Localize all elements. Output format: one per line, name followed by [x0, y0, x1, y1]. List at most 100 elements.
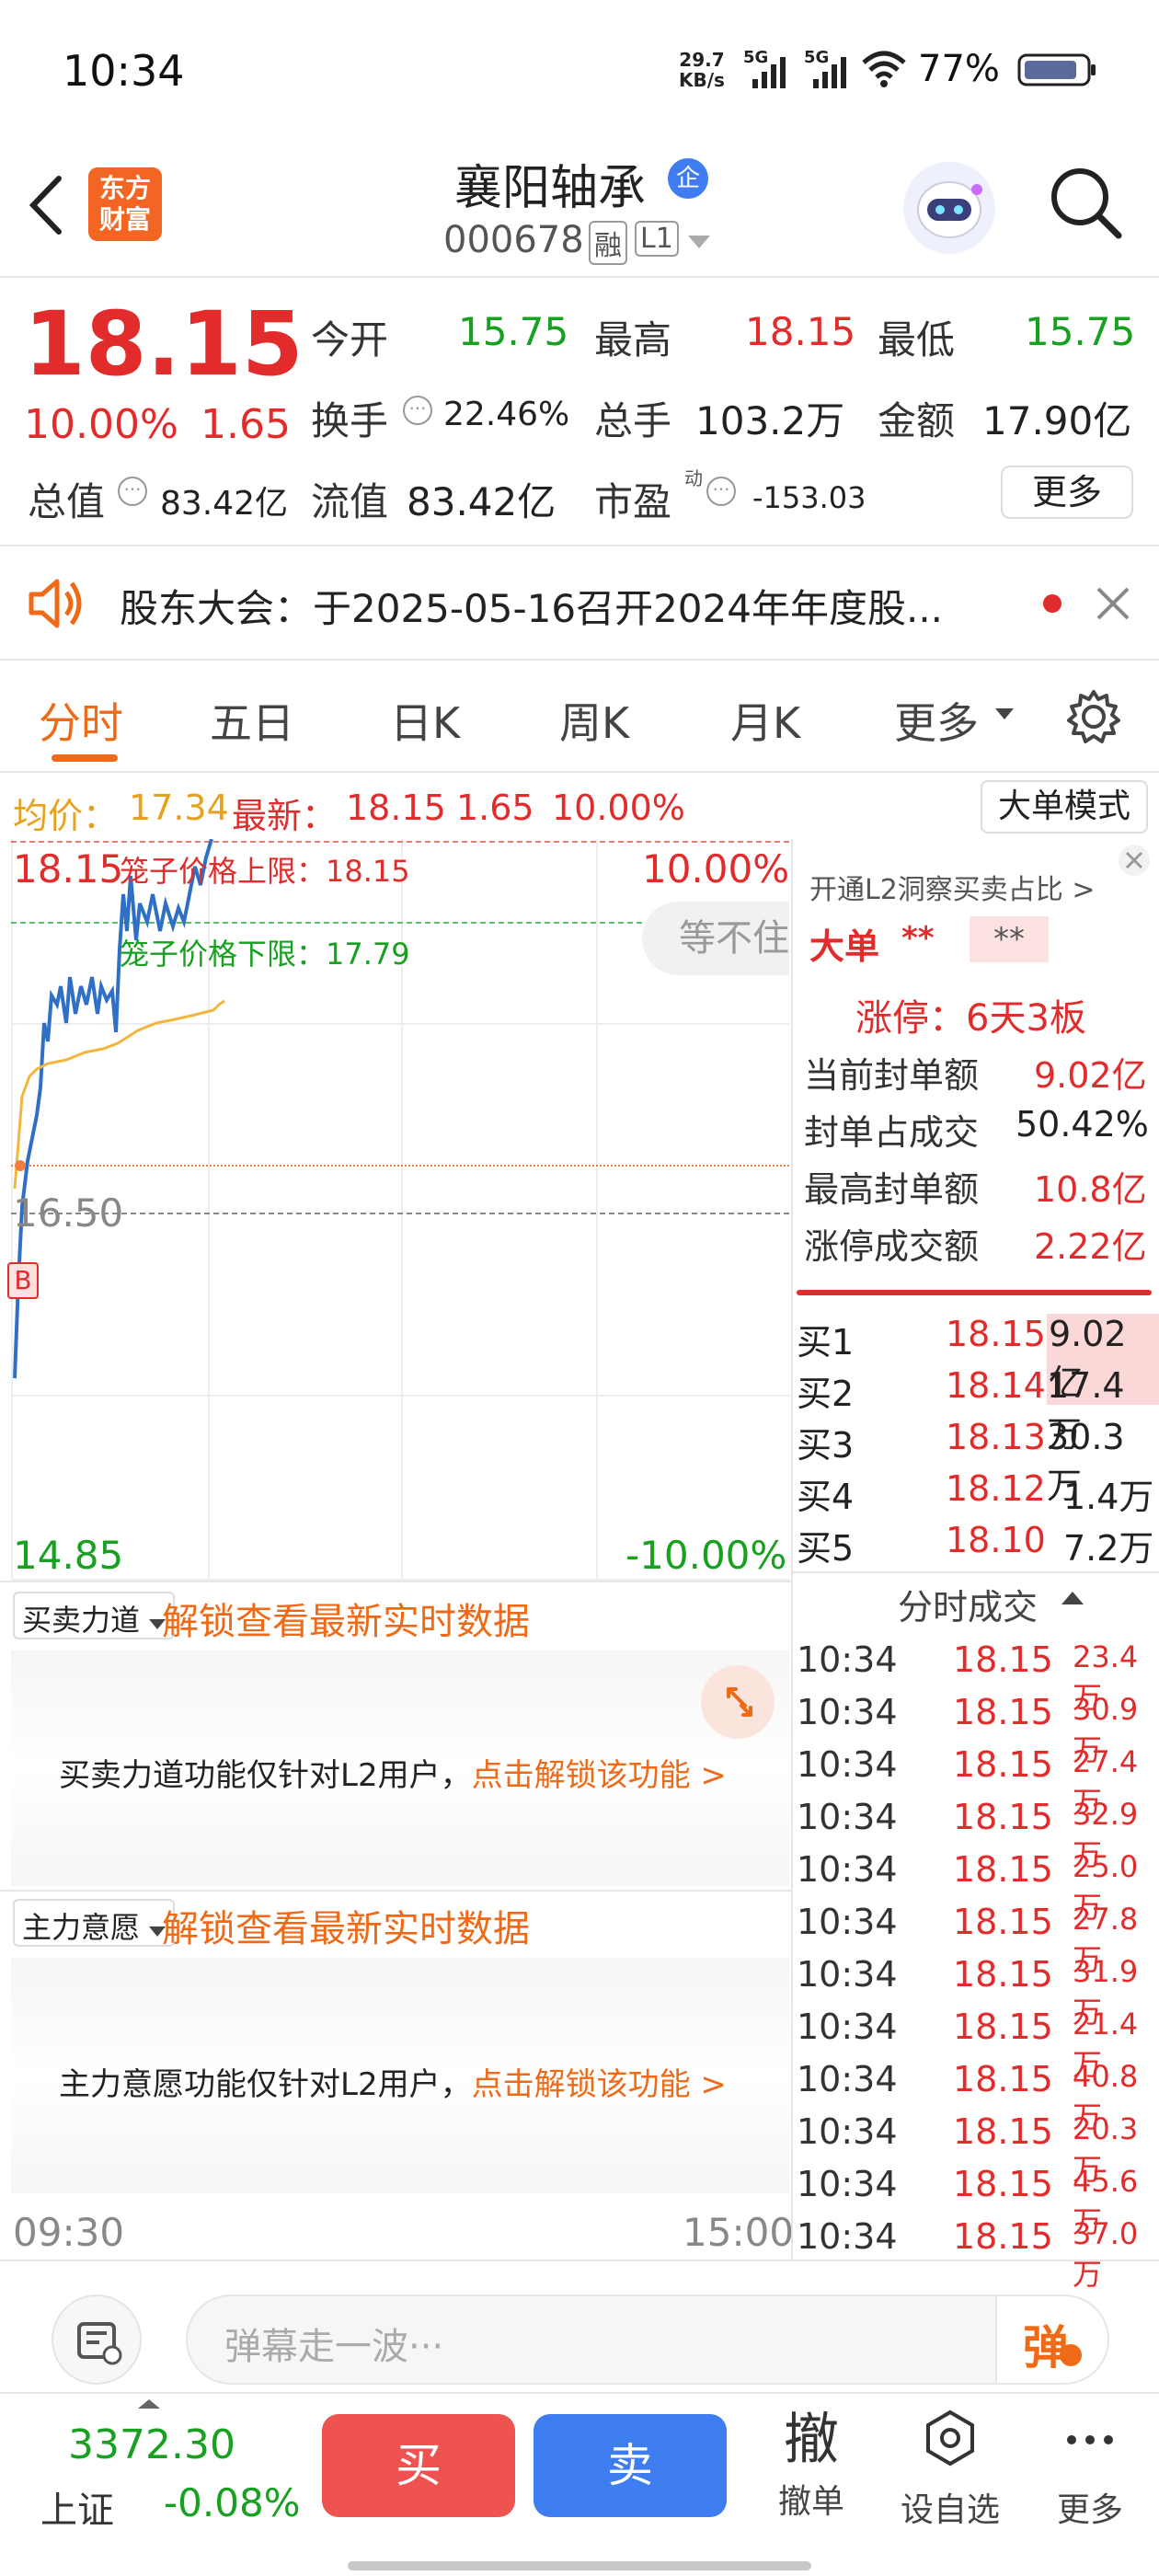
tab-intraday[interactable]: 分时 — [39, 690, 123, 751]
net-speed: 29.7 KB/s — [679, 50, 725, 90]
latest-change-pct: 10.00% — [552, 788, 685, 828]
ob-price: 18.10 — [946, 1520, 1046, 1560]
buy-marker: B — [7, 1262, 39, 1299]
limit-stat-label-3: 涨停成交额 — [804, 1226, 980, 1267]
trade-row: 10:34 18.15 21.4万 — [797, 2007, 1159, 2082]
avg-price-label: 均价： — [13, 796, 119, 836]
l2-insight-link[interactable]: 开通L2洞察买卖占比 > — [809, 867, 1095, 907]
limit-stat-value-1: 50.42% — [1016, 1104, 1149, 1144]
limit-stat-label-2: 最高封单额 — [804, 1169, 980, 1210]
expand-button[interactable] — [701, 1665, 775, 1739]
trade-price: 18.15 — [953, 2007, 1053, 2047]
notice-text[interactable]: 股东大会：于2025-05-16召开2024年年度股... — [120, 578, 943, 634]
orderbook-row[interactable]: 买1 18.15 9.02亿 — [797, 1314, 1159, 1405]
trade-price: 18.15 — [953, 2164, 1053, 2204]
assistant-avatar[interactable] — [903, 162, 995, 254]
panel1-link[interactable]: 点击解锁该功能 > — [472, 1757, 727, 1794]
tooltip-bubble[interactable]: 等不住 — [642, 902, 789, 975]
tab-monthly-k[interactable]: 月K — [730, 690, 800, 751]
stock-code: 000678 — [443, 219, 584, 261]
sell-button[interactable]: 卖 — [534, 2414, 727, 2517]
limit-stat-label-0: 当前封单额 — [804, 1055, 980, 1096]
orderbook-row[interactable]: 买2 18.14 17.4万 — [797, 1365, 1159, 1455]
comment-divider-top — [0, 2260, 1159, 2261]
battery-icon — [1017, 53, 1096, 86]
tab-five-day[interactable]: 五日 — [210, 690, 294, 751]
trade-price: 18.15 — [953, 1954, 1053, 1995]
back-icon[interactable] — [26, 173, 66, 237]
gear-icon[interactable] — [1063, 686, 1124, 747]
trade-time: 10:34 — [797, 2007, 898, 2047]
close-icon[interactable] — [1117, 843, 1152, 878]
panel2-divider — [0, 1890, 793, 1892]
buy-button[interactable]: 买 — [322, 2414, 515, 2517]
more-quote-button[interactable]: 更多 — [1001, 466, 1133, 519]
trade-row: 10:34 18.15 20.3万 — [797, 2111, 1159, 2187]
enterprise-badge: 企 — [668, 158, 708, 199]
big-order-mode-button[interactable]: 大单模式 — [981, 780, 1148, 834]
more-dots-icon — [1067, 2435, 1113, 2444]
search-icon[interactable] — [1047, 164, 1124, 241]
danmu-settings-button[interactable] — [52, 2294, 142, 2385]
turnover-label: 换手 — [311, 398, 389, 443]
low-value: 15.75 — [1025, 309, 1136, 354]
panel2-message: 主力意愿功能仅针对L2用户，点击解锁该功能 > — [59, 2059, 727, 2104]
current-price: 18.15 — [24, 293, 304, 396]
time-axis-start: 09:30 — [13, 2210, 125, 2255]
index-value[interactable]: 3372.30 — [68, 2421, 235, 2468]
add-watchlist-button[interactable]: 设自选 — [890, 2405, 1010, 2531]
trades-title[interactable]: 分时成交 — [898, 1579, 1038, 1629]
float-cap-value: 83.42亿 — [407, 479, 557, 524]
trade-row: 10:34 18.15 31.9万 — [797, 1954, 1159, 2030]
panel1-divider — [0, 1581, 793, 1582]
tab-active-indicator — [52, 754, 118, 762]
more-button[interactable]: 更多 — [1049, 2405, 1131, 2531]
tabs-divider — [0, 771, 1159, 773]
battery-percent: 77% — [918, 48, 1000, 90]
notice-dot — [1043, 594, 1061, 613]
turnover-value: 22.46% — [443, 396, 570, 433]
trade-volume: 37.0万 — [1073, 2216, 1139, 2292]
trade-price: 18.15 — [953, 1639, 1053, 1680]
panel1-msg: 买卖力道功能仅针对L2用户， — [59, 1757, 472, 1794]
info-icon[interactable]: ··· — [118, 477, 147, 506]
intent-select-value: 主力意愿 — [22, 1910, 141, 1945]
time-axis-end: 15:00 — [683, 2210, 795, 2255]
trade-time: 10:34 — [797, 2164, 898, 2204]
open-label: 今开 — [311, 317, 389, 362]
status-time: 10:34 — [63, 46, 185, 96]
trade-price: 18.15 — [953, 1902, 1053, 1942]
close-icon[interactable] — [1095, 585, 1131, 622]
ob-volume: 7.2万 — [1063, 1528, 1154, 1569]
orderbook-row[interactable]: 买4 18.12 1.4万 — [797, 1468, 1159, 1520]
trade-time: 10:34 — [797, 1797, 898, 1837]
dropdown-arrow-icon — [995, 708, 1014, 719]
cancel-order-button[interactable]: 撤 撤单 — [769, 2405, 854, 2523]
danmu-toggle-button[interactable]: 弹 — [997, 2294, 1109, 2385]
info-icon[interactable]: ··· — [706, 477, 736, 506]
big-order-sell: ** — [970, 916, 1049, 962]
info-icon[interactable]: ··· — [403, 396, 432, 425]
latest-label: 最新： — [232, 796, 338, 836]
trade-price: 18.15 — [953, 2216, 1053, 2257]
amount-label: 金额 — [878, 398, 956, 443]
trade-time: 10:34 — [797, 2059, 898, 2099]
logo-line1: 东方 — [98, 173, 151, 203]
trade-row: 10:34 18.15 32.9万 — [797, 1797, 1159, 1872]
panel2-unlock[interactable]: 解锁查看最新实时数据 — [162, 1899, 530, 1952]
tab-more[interactable]: 更多 — [894, 690, 979, 751]
speaker-icon — [29, 579, 82, 628]
intent-select[interactable]: 主力意愿 — [13, 1899, 176, 1947]
tab-daily-k[interactable]: 日K — [390, 690, 460, 751]
index-expand-icon[interactable] — [138, 2398, 160, 2410]
panel1-unlock[interactable]: 解锁查看最新实时数据 — [162, 1592, 530, 1645]
orderbook-row[interactable]: 买3 18.13 30.3万 — [797, 1417, 1159, 1506]
cancel-order-label: 撤单 — [777, 2483, 844, 2521]
orderbook-row[interactable]: 买5 18.10 7.2万 — [797, 1520, 1159, 1571]
amount-value: 17.90亿 — [982, 398, 1132, 443]
panel2-link[interactable]: 点击解锁该功能 > — [472, 2066, 727, 2103]
chevron-down-icon[interactable] — [686, 234, 712, 250]
ob-label: 买4 — [797, 1477, 855, 1517]
power-select[interactable]: 买卖力道 — [13, 1592, 176, 1639]
tab-weekly-k[interactable]: 周K — [559, 690, 629, 751]
